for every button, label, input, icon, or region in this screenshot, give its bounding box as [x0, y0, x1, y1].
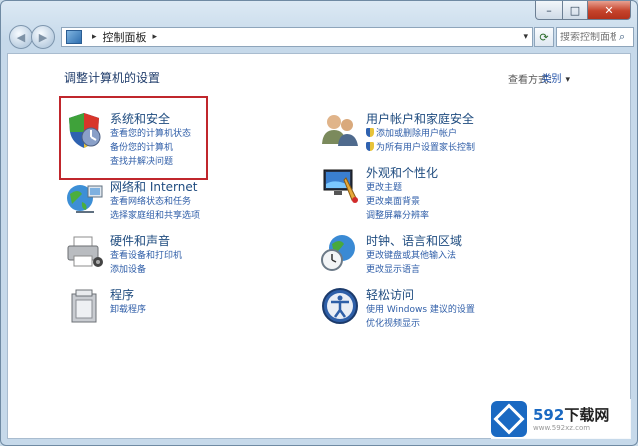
link-text[interactable]: 为所有用户设置家长控制 — [376, 143, 475, 153]
search-input[interactable] — [557, 31, 619, 43]
category-network: 网络和 Internet 查看网络状态和任务 选择家庭组和共享选项 — [64, 178, 234, 226]
monitor-paint-icon[interactable] — [320, 164, 360, 204]
printer-icon[interactable] — [64, 232, 104, 272]
link-recommended-settings[interactable]: 使用 Windows 建议的设置 — [366, 302, 475, 315]
users-icon[interactable] — [320, 110, 360, 150]
link-add-device[interactable]: 添加设备 — [110, 262, 146, 275]
content-pane: 调整计算机的设置 查看方式： 类别 系统和安全 查看您的计算机状态 备份您的计算… — [7, 53, 631, 439]
link-change-theme[interactable]: 更改主题 — [366, 180, 402, 193]
uac-shield-icon — [366, 128, 374, 137]
close-button[interactable]: ✕ — [588, 1, 631, 20]
category-title[interactable]: 轻松访问 — [366, 286, 414, 303]
navigation-bar: ◀ ▶ ▸ 控制面板 ▸ ▾ ⟳ ⌕ — [7, 25, 634, 49]
highlight-box — [59, 96, 208, 180]
link-uninstall-program[interactable]: 卸载程序 — [110, 302, 146, 315]
watermark-brand: 592下载网 — [533, 405, 610, 424]
category-hardware: 硬件和声音 查看设备和打印机 添加设备 — [64, 232, 214, 280]
site-watermark: 592下载网 www.592xz.com — [491, 399, 631, 439]
category-title[interactable]: 网络和 Internet — [110, 178, 197, 195]
search-icon[interactable]: ⌕ — [619, 30, 625, 44]
clock-globe-icon[interactable] — [320, 232, 360, 272]
maximize-button[interactable]: □ — [563, 1, 588, 20]
watermark-url: www.592xz.com — [533, 423, 591, 432]
control-panel-window: – □ ✕ ◀ ▶ ▸ 控制面板 ▸ ▾ ⟳ ⌕ 调整计算机的设置 查看方式： … — [0, 0, 638, 446]
window-controls: – □ ✕ — [535, 1, 631, 20]
control-panel-icon — [66, 30, 82, 44]
forward-arrow-icon: ▶ — [38, 30, 48, 44]
category-appearance: 外观和个性化 更改主题 更改桌面背景 调整屏幕分辨率 — [320, 164, 490, 226]
search-box[interactable]: ⌕ — [556, 27, 634, 47]
breadcrumb-control-panel[interactable]: 控制面板 — [103, 29, 147, 45]
category-clock-language: 时钟、语言和区域 更改键盘或其他输入法 更改显示语言 — [320, 232, 520, 280]
back-button[interactable]: ◀ — [9, 25, 33, 49]
breadcrumb-separator-icon[interactable]: ▸ — [92, 32, 97, 42]
link-homegroup-sharing[interactable]: 选择家庭组和共享选项 — [110, 208, 200, 221]
minimize-button[interactable]: – — [535, 1, 563, 20]
link-add-remove-accounts[interactable]: 添加或删除用户帐户 — [366, 126, 457, 139]
category-ease-of-access: 轻松访问 使用 Windows 建议的设置 优化视频显示 — [320, 286, 520, 334]
category-title[interactable]: 程序 — [110, 286, 134, 303]
link-text[interactable]: 添加或删除用户帐户 — [376, 129, 457, 139]
category-title[interactable]: 硬件和声音 — [110, 232, 170, 249]
category-programs: 程序 卸载程序 — [64, 286, 214, 326]
address-dropdown-icon[interactable]: ▾ — [523, 32, 528, 42]
page-heading: 调整计算机的设置 — [64, 71, 161, 85]
ease-of-access-icon[interactable] — [320, 286, 360, 326]
network-globe-icon[interactable] — [64, 178, 104, 218]
uac-shield-icon — [366, 142, 374, 151]
link-network-status[interactable]: 查看网络状态和任务 — [110, 194, 191, 207]
forward-button[interactable]: ▶ — [31, 25, 55, 49]
program-box-icon[interactable] — [64, 286, 104, 326]
back-arrow-icon: ◀ — [16, 30, 26, 44]
link-optimize-display[interactable]: 优化视频显示 — [366, 316, 420, 329]
category-title[interactable]: 用户帐户和家庭安全 — [366, 110, 474, 127]
view-by-dropdown[interactable]: 类别 — [541, 70, 570, 85]
address-bar[interactable]: ▸ 控制面板 ▸ ▾ — [61, 27, 533, 47]
refresh-button[interactable]: ⟳ — [534, 27, 554, 47]
link-desktop-background[interactable]: 更改桌面背景 — [366, 194, 420, 207]
link-display-language[interactable]: 更改显示语言 — [366, 262, 420, 275]
site-logo-icon — [491, 401, 527, 437]
category-title[interactable]: 外观和个性化 — [366, 164, 438, 181]
link-screen-resolution[interactable]: 调整屏幕分辨率 — [366, 208, 429, 221]
link-keyboard-input[interactable]: 更改键盘或其他输入法 — [366, 248, 456, 261]
category-user-accounts: 用户帐户和家庭安全 添加或删除用户帐户 为所有用户设置家长控制 — [320, 110, 520, 158]
refresh-icon: ⟳ — [539, 30, 549, 44]
breadcrumb-separator-icon[interactable]: ▸ — [153, 32, 158, 42]
link-parental-controls[interactable]: 为所有用户设置家长控制 — [366, 140, 475, 153]
category-title[interactable]: 时钟、语言和区域 — [366, 232, 462, 249]
link-devices-printers[interactable]: 查看设备和打印机 — [110, 248, 182, 261]
